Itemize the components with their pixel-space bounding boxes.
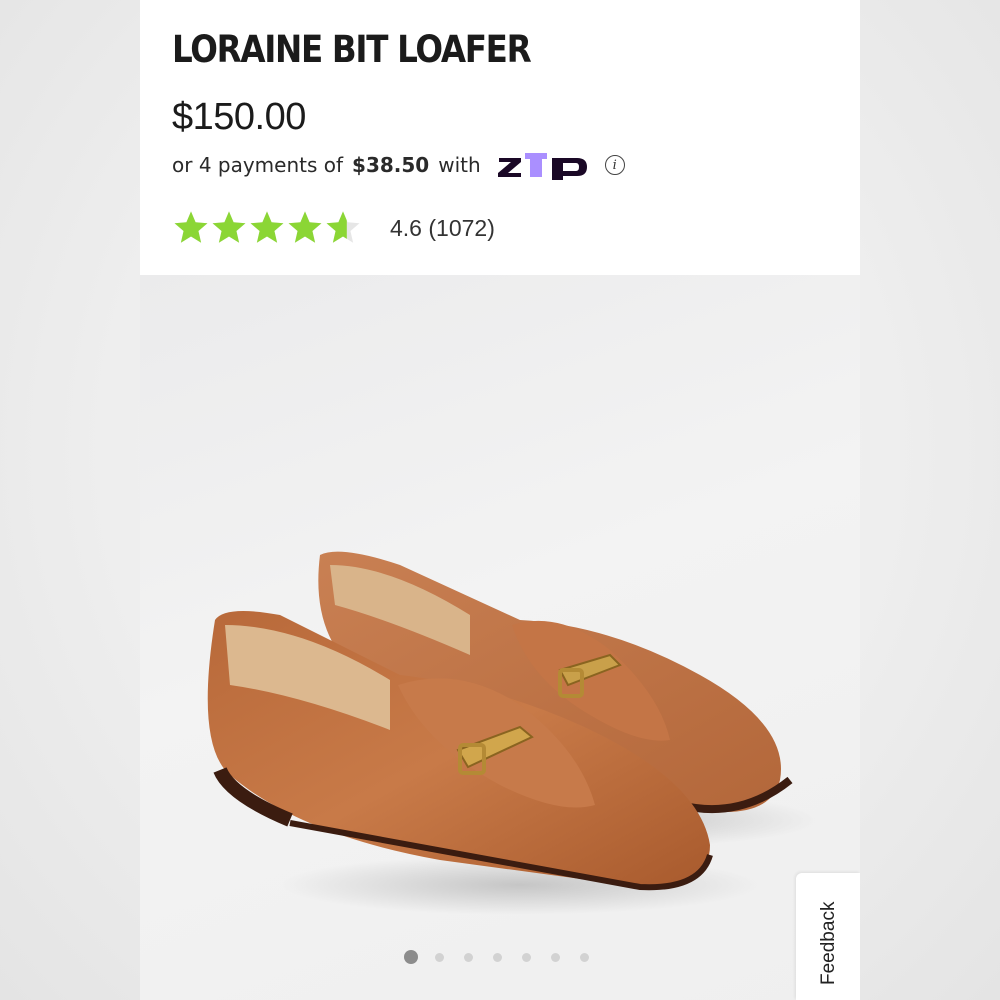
star-rating: [172, 209, 362, 247]
loafer-product-image: [207, 551, 820, 915]
feedback-tab[interactable]: Feedback: [796, 873, 860, 1000]
carousel-dot-active[interactable]: [404, 950, 418, 964]
info-icon[interactable]: i: [604, 155, 625, 175]
carousel-dot[interactable]: [464, 952, 473, 962]
installment-amount: $38.50: [352, 153, 430, 177]
star-icon: [250, 211, 284, 243]
product-title: LORAINE BIT LOAFER: [172, 28, 532, 71]
carousel-dot[interactable]: [580, 952, 589, 962]
installment-info: or 4 payments of $38.50 with i: [172, 148, 625, 182]
star-icon: [326, 211, 360, 243]
product-card: LORAINE BIT LOAFER $150.00 or 4 payments…: [140, 0, 860, 1000]
star-icon: [174, 211, 208, 243]
installment-prefix: or 4 payments of: [172, 153, 344, 177]
product-info: LORAINE BIT LOAFER $150.00 or 4 payments…: [140, 0, 860, 275]
carousel-dot[interactable]: [551, 952, 560, 962]
rating[interactable]: 4.6 (1072): [172, 206, 495, 250]
carousel-dot[interactable]: [435, 952, 444, 962]
star-icon: [212, 211, 246, 243]
installment-suffix: with: [438, 153, 481, 177]
star-icon: [288, 211, 322, 243]
carousel-dot[interactable]: [522, 952, 531, 962]
carousel-dot[interactable]: [493, 952, 502, 962]
zip-logo[interactable]: [497, 150, 589, 180]
feedback-label: Feedback: [818, 901, 839, 985]
rating-text: 4.6 (1072): [390, 214, 495, 241]
product-price: $150.00: [172, 96, 306, 138]
carousel-dots: [404, 950, 609, 964]
product-image-gallery[interactable]: Feedback: [140, 275, 860, 1000]
